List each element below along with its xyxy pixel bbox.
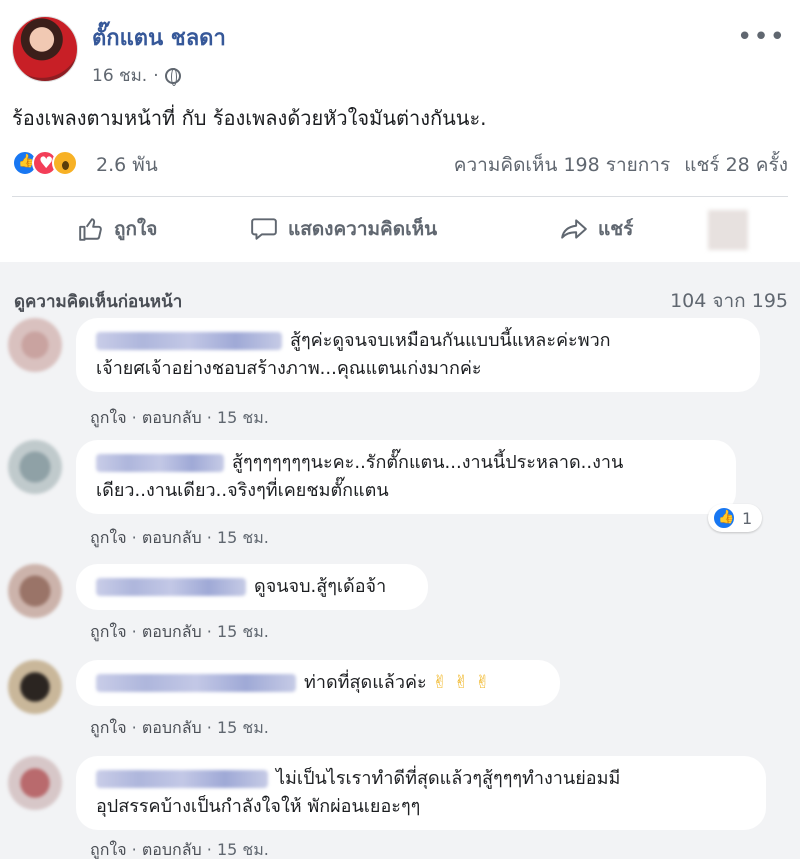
- author-name[interactable]: ตั๊กแตน ชลดา: [92, 20, 226, 55]
- commenter-name[interactable]: [96, 674, 296, 692]
- comment-actions: ถูกใจ · ตอบกลับ · 15 ชม.: [90, 406, 269, 431]
- view-previous-comments-link[interactable]: ดูความคิดเห็นก่อนหน้า: [14, 288, 182, 315]
- divider: [12, 196, 788, 197]
- separator: ·: [206, 528, 212, 547]
- comment-actions: ถูกใจ · ตอบกลับ · 15 ชม.: [90, 838, 269, 859]
- comment-text-line2: เดียว..งานเดียว..จริงๆที่เคยชมตั๊กแตน: [96, 480, 389, 501]
- globe-icon: [164, 67, 181, 86]
- like-button[interactable]: ถูกใจ: [78, 210, 157, 248]
- speech-bubble-icon: [250, 216, 278, 242]
- post-stats: ความคิดเห็น 198 รายการ แชร์ 28 ครั้ง: [446, 150, 788, 180]
- share-label: แชร์: [598, 218, 634, 240]
- commenter-avatar[interactable]: [8, 318, 62, 372]
- post-header: ตั๊กแตน ชลดา 16 ชม. · •••: [12, 16, 788, 92]
- comment-label: แสดงความคิดเห็น: [288, 218, 438, 240]
- comments-section: ดูความคิดเห็นก่อนหน้า 104 จาก 195 สู้ๆค่…: [0, 262, 800, 859]
- comment-bubble: ดูจนจบ.สู้ๆเด้อจ้า: [76, 564, 428, 610]
- separator: ·: [131, 408, 137, 427]
- action-bar: ถูกใจ แสดงความคิดเห็น แชร์: [12, 200, 788, 258]
- separator: ·: [131, 718, 137, 737]
- reaction-icons[interactable]: [12, 150, 78, 176]
- comment-bubble: ไม่เป็นไรเราทำดีที่สุดแล้วๆสู้ๆๆๆทำงานย่…: [76, 756, 766, 830]
- comment-reply-link[interactable]: ตอบกลับ: [142, 528, 202, 547]
- like-reaction-icon: [712, 506, 736, 530]
- comment-like-link[interactable]: ถูกใจ: [90, 408, 127, 427]
- thumbs-up-icon: [78, 216, 104, 242]
- post-text: ร้องเพลงตามหน้าที่ กับ ร้องเพลงด้วยหัวใจ…: [12, 106, 487, 130]
- viewer-avatar[interactable]: [708, 210, 748, 250]
- separator: ·: [206, 718, 212, 737]
- more-options-icon[interactable]: •••: [737, 22, 786, 52]
- comment-text: ดูจนจบ.สู้ๆเด้อจ้า: [254, 576, 387, 597]
- commenter-avatar[interactable]: [8, 756, 62, 810]
- comment-reaction-badge[interactable]: 1: [708, 504, 763, 532]
- comment-text: สู้ๆค่ะดูจนจบเหมือนกันแบบนี้แหละค่ะพวก: [290, 330, 611, 351]
- commenter-name[interactable]: [96, 770, 268, 788]
- comment-text-line2: อุปสรรคบ้างเป็นกำลังใจให้ พักผ่อนเยอะๆๆ: [96, 796, 421, 817]
- separator: ·: [206, 622, 212, 641]
- commenter-avatar[interactable]: [8, 564, 62, 618]
- comment-time[interactable]: 15 ชม.: [217, 622, 269, 641]
- commenter-avatar[interactable]: [8, 660, 62, 714]
- comments-pagination-count: 104 จาก 195: [670, 290, 788, 312]
- comment-reply-link[interactable]: ตอบกลับ: [142, 840, 202, 859]
- comment-text: ท่าดที่สุดแล้วค่ะ: [304, 672, 427, 693]
- separator: ·: [131, 528, 137, 547]
- comment-reply-link[interactable]: ตอบกลับ: [142, 622, 202, 641]
- comment-time[interactable]: 15 ชม.: [217, 528, 269, 547]
- comment-like-link[interactable]: ถูกใจ: [90, 622, 127, 641]
- comment-actions: ถูกใจ · ตอบกลับ · 15 ชม.: [90, 526, 269, 551]
- like-label: ถูกใจ: [114, 218, 158, 240]
- author-avatar[interactable]: [12, 16, 78, 82]
- post-meta: 16 ชม. ·: [92, 62, 181, 89]
- share-arrow-icon: [560, 216, 588, 242]
- comment-like-link[interactable]: ถูกใจ: [90, 528, 127, 547]
- meta-separator: ·: [153, 65, 159, 86]
- reaction-count[interactable]: 2.6 พัน: [96, 150, 158, 180]
- post-time[interactable]: 16 ชม.: [92, 62, 147, 89]
- separator: ·: [131, 840, 137, 859]
- separator: ·: [206, 840, 212, 859]
- victory-hand-emoji: ✌ ✌ ✌: [432, 672, 491, 693]
- comment-bubble: ท่าดที่สุดแล้วค่ะ ✌ ✌ ✌: [76, 660, 560, 706]
- share-button[interactable]: แชร์: [560, 210, 633, 248]
- comment-actions: ถูกใจ · ตอบกลับ · 15 ชม.: [90, 620, 269, 645]
- shares-count[interactable]: แชร์ 28 ครั้ง: [684, 154, 788, 176]
- separator: ·: [206, 408, 212, 427]
- comment-reply-link[interactable]: ตอบกลับ: [142, 408, 202, 427]
- wow-reaction-icon: [52, 150, 78, 176]
- comment-like-link[interactable]: ถูกใจ: [90, 840, 127, 859]
- commenter-name[interactable]: [96, 578, 246, 596]
- commenter-avatar[interactable]: [8, 440, 62, 494]
- commenter-name[interactable]: [96, 454, 224, 472]
- comment-time[interactable]: 15 ชม.: [217, 840, 269, 859]
- comments-count[interactable]: ความคิดเห็น 198 รายการ: [454, 154, 670, 176]
- comment-button[interactable]: แสดงความคิดเห็น: [250, 210, 437, 248]
- comment-like-link[interactable]: ถูกใจ: [90, 718, 127, 737]
- reactions-summary: 2.6 พัน ความคิดเห็น 198 รายการ แชร์ 28 ค…: [12, 148, 788, 178]
- comment-text-line2: เจ้ายศเจ้าอย่างชอบสร้างภาพ...คุณแตนเก่งม…: [96, 358, 482, 379]
- comment-actions: ถูกใจ · ตอบกลับ · 15 ชม.: [90, 716, 269, 741]
- comment-time[interactable]: 15 ชม.: [217, 718, 269, 737]
- comment-reaction-count: 1: [742, 508, 753, 528]
- comment-time[interactable]: 15 ชม.: [217, 408, 269, 427]
- separator: ·: [131, 622, 137, 641]
- comment-reply-link[interactable]: ตอบกลับ: [142, 718, 202, 737]
- comment-text: สู้ๆๆๆๆๆๆๆนะคะ..รักตั๊กแตน...งานนี้ประหล…: [232, 452, 624, 473]
- comment-bubble: สู้ๆค่ะดูจนจบเหมือนกันแบบนี้แหละค่ะพวก เ…: [76, 318, 760, 392]
- comment-text: ไม่เป็นไรเราทำดีที่สุดแล้วๆสู้ๆๆๆทำงานย่…: [276, 768, 621, 789]
- commenter-name[interactable]: [96, 332, 282, 350]
- comment-bubble: สู้ๆๆๆๆๆๆๆนะคะ..รักตั๊กแตน...งานนี้ประหล…: [76, 440, 736, 514]
